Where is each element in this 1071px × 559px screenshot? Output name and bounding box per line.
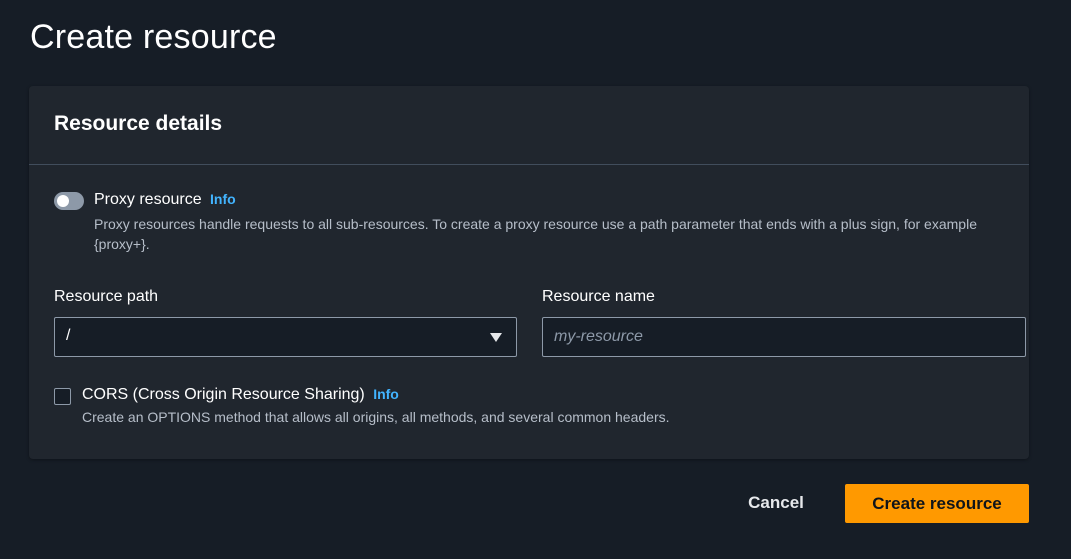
resource-details-panel: Resource details Proxy resource Info Pro… bbox=[29, 86, 1029, 459]
proxy-resource-label-text: Proxy resource bbox=[94, 191, 202, 208]
proxy-resource-toggle[interactable] bbox=[54, 192, 84, 210]
cors-label: CORS (Cross Origin Resource Sharing) Inf… bbox=[82, 386, 399, 404]
resource-path-label: Resource path bbox=[54, 288, 159, 305]
proxy-info-link[interactable]: Info bbox=[210, 191, 236, 207]
panel-title: Resource details bbox=[54, 112, 223, 135]
cancel-button[interactable]: Cancel bbox=[733, 484, 819, 522]
resource-name-label: Resource name bbox=[542, 288, 655, 305]
page-title: Create resource bbox=[30, 18, 277, 56]
cors-description: Create an OPTIONS method that allows all… bbox=[82, 409, 670, 425]
resource-path-select[interactable]: / bbox=[54, 317, 517, 357]
caret-down-icon bbox=[490, 333, 502, 342]
proxy-resource-label: Proxy resource Info bbox=[94, 191, 236, 209]
resource-path-value: / bbox=[66, 327, 71, 344]
cors-info-link[interactable]: Info bbox=[373, 386, 399, 402]
cors-label-text: CORS (Cross Origin Resource Sharing) bbox=[82, 386, 365, 403]
proxy-resource-description: Proxy resources handle requests to all s… bbox=[94, 216, 977, 252]
cors-checkbox[interactable] bbox=[54, 388, 71, 405]
create-resource-button[interactable]: Create resource bbox=[845, 484, 1029, 523]
toggle-knob bbox=[57, 195, 69, 207]
panel-header: Resource details bbox=[29, 86, 1029, 165]
resource-name-input[interactable] bbox=[542, 317, 1026, 357]
